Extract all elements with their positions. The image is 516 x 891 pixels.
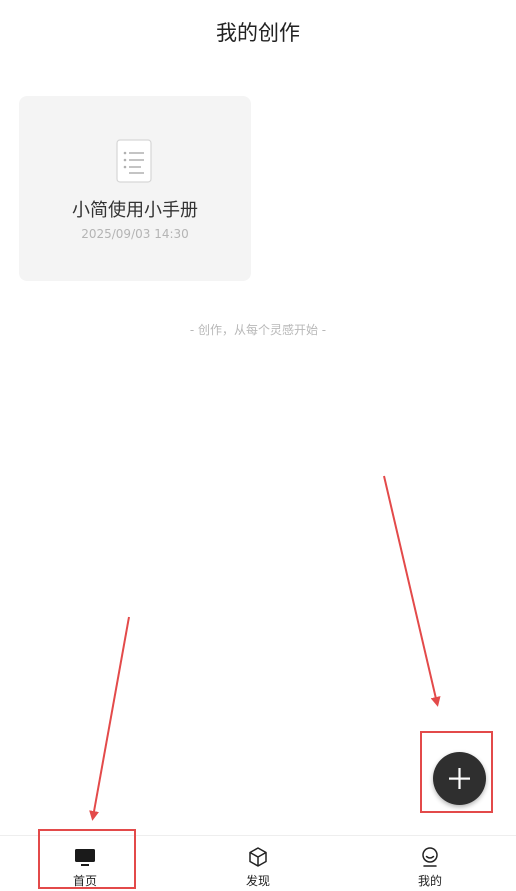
page-title: 我的创作 <box>216 21 300 45</box>
cube-icon <box>249 847 267 867</box>
card-timestamp: 2025/09/03 14:30 <box>81 227 189 241</box>
user-icon <box>422 847 438 867</box>
empty-hint: - 创作，从每个灵感开始 - <box>189 323 327 337</box>
tab-mine-label: 我的 <box>417 874 442 888</box>
arrow-to-home-tab <box>89 616 130 821</box>
arrow-to-fab <box>383 475 441 707</box>
add-creation-button[interactable] <box>433 752 486 805</box>
creation-card[interactable]: 小简使用小手册 2025/09/03 14:30 <box>19 96 251 281</box>
home-tab-highlight-box <box>38 829 136 889</box>
tab-mine[interactable]: 我的 <box>380 836 480 891</box>
plus-icon <box>449 768 470 789</box>
tab-discover[interactable]: 发现 <box>208 836 308 891</box>
document-list-icon <box>116 139 152 183</box>
tab-discover-label: 发现 <box>245 874 270 888</box>
app-screen: 我的创作 小简使用小手册 2025/09/03 14:30 - 创作，从每个灵感… <box>0 0 516 891</box>
card-title: 小简使用小手册 <box>72 200 198 221</box>
